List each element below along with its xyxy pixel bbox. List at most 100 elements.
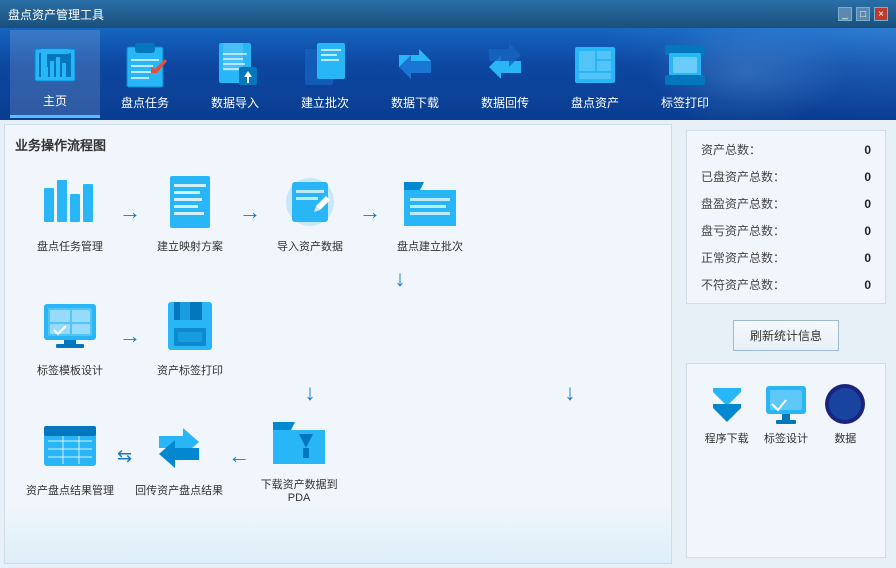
arrows-row-2: ↓ ↓ bbox=[25, 378, 661, 408]
minimize-button[interactable]: _ bbox=[838, 7, 852, 21]
flow-diagram: 盘点任务管理 → bbox=[15, 170, 661, 558]
nav-inventory-asset[interactable]: 盘点资产 bbox=[550, 30, 640, 118]
mapping-label: 建立映射方案 bbox=[157, 238, 223, 254]
window-title: 盘点资产管理工具 bbox=[8, 6, 104, 23]
nav-create-batch[interactable]: 建立批次 bbox=[280, 30, 370, 118]
label-print-flow-label: 资产标签打印 bbox=[157, 362, 223, 378]
flow-item-import: 导入资产数据 bbox=[265, 170, 355, 254]
task-mgmt-icon bbox=[38, 170, 102, 234]
stats-section: 资产总数： 0 已盘资产总数： 0 盘盈资产总数： 0 盘亏资产总数： 0 正常… bbox=[686, 130, 886, 304]
stat-row-total: 资产总数： 0 bbox=[701, 141, 871, 158]
flow-item-label-print: 资产标签打印 bbox=[145, 294, 235, 378]
stat-value-total: 0 bbox=[864, 143, 871, 157]
flow-row-1: 盘点任务管理 → bbox=[25, 170, 661, 254]
label-design-shortcut-icon bbox=[764, 382, 808, 426]
stat-value-abnormal: 0 bbox=[864, 278, 871, 292]
stat-label-total: 资产总数： bbox=[701, 141, 761, 158]
label-design-icon bbox=[38, 294, 102, 358]
stat-label-abnormal: 不符资产总数： bbox=[701, 276, 785, 293]
shortcut-label-design-label: 标签设计 bbox=[764, 430, 808, 446]
shortcut-download-label: 程序下载 bbox=[705, 430, 749, 446]
inventory-asset-icon bbox=[570, 38, 620, 92]
flow-row-2: 标签模板设计 → 资产标签打印 bbox=[25, 294, 661, 378]
result-mgmt-icon bbox=[38, 414, 102, 478]
stat-row-abnormal: 不符资产总数： 0 bbox=[701, 276, 871, 293]
shortcut-row: 程序下载 标签设计 bbox=[697, 382, 875, 446]
home-icon bbox=[30, 36, 80, 90]
inventory-task-icon bbox=[120, 38, 170, 92]
mapping-icon bbox=[158, 170, 222, 234]
create-batch-icon bbox=[300, 38, 350, 92]
flow-item-batch: 盘点建立批次 bbox=[385, 170, 475, 254]
data-shortcut-icon bbox=[823, 382, 867, 426]
batch-label: 盘点建立批次 bbox=[397, 238, 463, 254]
nav-inventory-task[interactable]: 盘点任务 bbox=[100, 30, 190, 118]
stat-row-surplus: 盘盈资产总数： 0 bbox=[701, 195, 871, 212]
shortcut-download[interactable]: 程序下载 bbox=[697, 382, 756, 446]
stat-row-inventoried: 已盘资产总数： 0 bbox=[701, 168, 871, 185]
flow-item-download-pda: 下载资产数据到PDA bbox=[254, 408, 344, 504]
nav-inventory-task-label: 盘点任务 bbox=[121, 94, 169, 111]
stat-label-normal: 正常资产总数： bbox=[701, 249, 785, 266]
nav-inventory-asset-label: 盘点资产 bbox=[571, 94, 619, 111]
flow-item-upload-result: 回传资产盘点结果 bbox=[134, 414, 224, 498]
data-import-icon bbox=[210, 38, 260, 92]
stat-label-inventoried: 已盘资产总数： bbox=[701, 168, 785, 185]
left-panel: 业务操作流程图 盘点任务管理 → bbox=[4, 124, 672, 564]
upload-result-label: 回传资产盘点结果 bbox=[135, 482, 223, 498]
download-shortcut-icon bbox=[705, 382, 749, 426]
nav-create-batch-label: 建立批次 bbox=[301, 94, 349, 111]
nav-data-download-label: 数据下载 bbox=[391, 94, 439, 111]
nav-home-label: 主页 bbox=[43, 92, 67, 109]
shortcut-section: 程序下载 标签设计 bbox=[686, 363, 886, 558]
arrow-1: → bbox=[119, 199, 141, 225]
down-arrow-download: ↓ bbox=[525, 380, 615, 406]
down-arrow-label: ↓ bbox=[265, 380, 355, 406]
nav-data-import[interactable]: 数据导入 bbox=[190, 30, 280, 118]
batch-icon bbox=[398, 170, 462, 234]
shortcut-label-design[interactable]: 标签设计 bbox=[756, 382, 815, 446]
nav-label-print[interactable]: 标签打印 bbox=[640, 30, 730, 118]
main-area: 业务操作流程图 盘点任务管理 → bbox=[0, 120, 896, 568]
nav-data-download[interactable]: 数据下载 bbox=[370, 30, 460, 118]
import-data-label: 导入资产数据 bbox=[277, 238, 343, 254]
stat-label-deficit: 盘亏资产总数： bbox=[701, 222, 785, 239]
refresh-button[interactable]: 刷新统计信息 bbox=[733, 320, 839, 351]
window-controls[interactable]: _ □ × bbox=[838, 7, 888, 21]
maximize-button[interactable]: □ bbox=[856, 7, 870, 21]
upload-result-icon bbox=[147, 414, 211, 478]
nav-data-upload[interactable]: 数据回传 bbox=[460, 30, 550, 118]
flow-row-3: 资产盘点结果管理 ⇆ 回传资产盘点结果 ← bbox=[25, 408, 661, 504]
arrows-row-1: ↓ bbox=[25, 264, 661, 294]
close-button[interactable]: × bbox=[874, 7, 888, 21]
title-bar: 盘点资产管理工具 _ □ × bbox=[0, 0, 896, 28]
result-mgmt-label: 资产盘点结果管理 bbox=[26, 482, 114, 498]
nav-label-print-label: 标签打印 bbox=[661, 94, 709, 111]
arrow-5: ⇆ bbox=[117, 446, 132, 467]
right-panel: 资产总数： 0 已盘资产总数： 0 盘盈资产总数： 0 盘亏资产总数： 0 正常… bbox=[676, 120, 896, 568]
section-title: 业务操作流程图 bbox=[15, 135, 661, 160]
stat-value-surplus: 0 bbox=[864, 197, 871, 211]
stat-row-normal: 正常资产总数： 0 bbox=[701, 249, 871, 266]
nav-home[interactable]: 主页 bbox=[10, 30, 100, 118]
stat-value-normal: 0 bbox=[864, 251, 871, 265]
nav-data-upload-label: 数据回传 bbox=[481, 94, 529, 111]
down-arrow-batch: ↓ bbox=[355, 266, 445, 292]
label-print-icon bbox=[660, 38, 710, 92]
label-design-label: 标签模板设计 bbox=[37, 362, 103, 378]
stat-value-inventoried: 0 bbox=[864, 170, 871, 184]
flow-item-label-design: 标签模板设计 bbox=[25, 294, 115, 378]
arrow-2: → bbox=[239, 199, 261, 225]
flow-item-mapping: 建立映射方案 bbox=[145, 170, 235, 254]
flow-item-result-mgmt: 资产盘点结果管理 bbox=[25, 414, 115, 498]
arrow-3: → bbox=[359, 199, 381, 225]
arrow-4: → bbox=[119, 323, 141, 349]
stat-value-deficit: 0 bbox=[864, 224, 871, 238]
stat-row-deficit: 盘亏资产总数： 0 bbox=[701, 222, 871, 239]
shortcut-data[interactable]: 数据 bbox=[816, 382, 875, 446]
download-pda-icon bbox=[267, 408, 331, 472]
arrow-6: ← bbox=[228, 443, 250, 469]
nav-data-import-label: 数据导入 bbox=[211, 94, 259, 111]
label-print-flow-icon bbox=[158, 294, 222, 358]
flow-item-task-mgmt: 盘点任务管理 bbox=[25, 170, 115, 254]
